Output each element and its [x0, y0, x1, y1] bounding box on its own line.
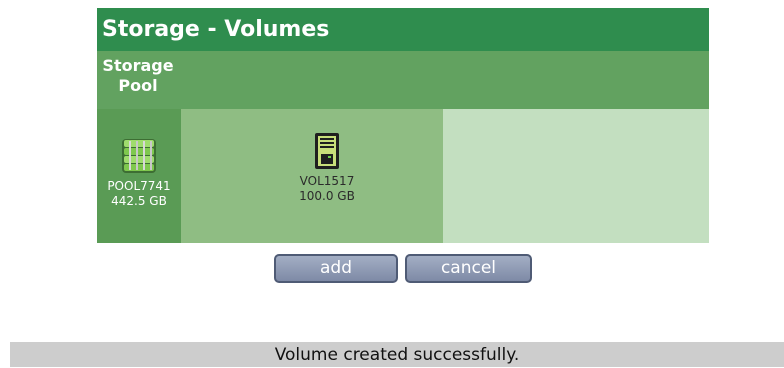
status-message: Volume created successfully. [10, 342, 784, 367]
storage-volumes-panel: Storage - Volumes Storage Pool POOL7741 … [97, 8, 709, 243]
pool-name: POOL7741 [107, 179, 171, 193]
pool-item[interactable]: POOL7741 442.5 GB [97, 137, 181, 209]
cancel-button[interactable]: cancel [405, 254, 532, 283]
add-button[interactable]: add [274, 254, 398, 283]
storage-pool-column-header: Storage Pool [102, 56, 174, 95]
volume-name: VOL1517 [299, 174, 355, 188]
page-title: Storage - Volumes [97, 8, 709, 51]
database-stack-icon [122, 139, 156, 173]
volume-item[interactable]: VOL1517 100.0 GB [247, 132, 407, 204]
server-tower-icon [315, 133, 339, 169]
empty-area [443, 109, 709, 243]
pool-size: 442.5 GB [111, 194, 167, 208]
volume-size: 100.0 GB [299, 189, 355, 203]
subheader-bar: Storage Pool [97, 51, 709, 109]
pool-column: POOL7741 442.5 GB [97, 109, 181, 243]
